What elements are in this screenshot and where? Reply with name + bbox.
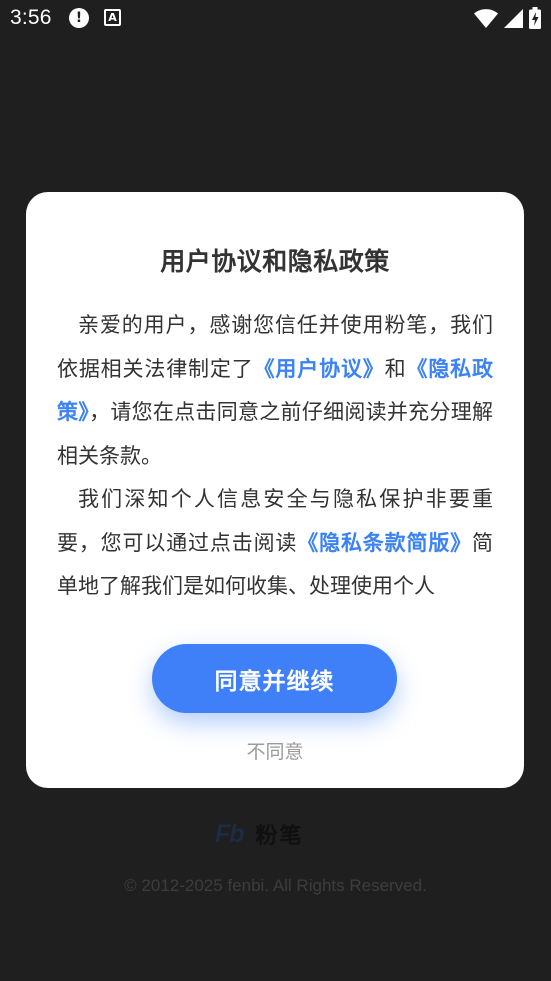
a-notification-icon: A (104, 9, 121, 26)
signal-icon (504, 8, 523, 28)
paragraph-intro: 亲爱的用户，感谢您信任并使用粉笔，我们依据相关法律制定了《用户协议》和《隐私政策… (57, 304, 493, 478)
copyright-text: © 2012-2025 fenbi. All Rights Reserved. (124, 876, 427, 895)
wifi-icon (474, 8, 498, 28)
dialog-title: 用户协议和隐私政策 (160, 247, 390, 276)
brand-name: 粉笔 (255, 824, 304, 849)
fenbi-logo: Fb (215, 819, 245, 848)
paragraph-text: 和 (384, 356, 407, 381)
paragraph-text: ，请您在点击同意之前仔细阅读并充分理解相关条款。 (57, 400, 493, 468)
privacy-dialog: 用户协议和隐私政策 亲爱的用户，感谢您信任并使用粉笔，我们依据相关法律制定了《用… (26, 192, 524, 788)
paragraph-privacy: 我们深知个人信息安全与隐私保护非要重要，您可以通过点击阅读《隐私条款简版》简单地… (57, 478, 493, 609)
privacy-summary-link[interactable]: 《隐私条款简版》 (297, 531, 472, 555)
agree-continue-button[interactable]: 同意并继续 (152, 644, 397, 713)
user-agreement-link[interactable]: 《用户协议》 (254, 357, 385, 381)
brand: Fb 粉笔 (215, 818, 304, 850)
disagree-button[interactable]: 不同意 (26, 737, 524, 764)
status-time: 3:56 (10, 6, 52, 29)
battery-icon (529, 7, 541, 29)
dialog-body: 亲爱的用户，感谢您信任并使用粉笔，我们依据相关法律制定了《用户协议》和《隐私政策… (57, 304, 493, 610)
status-bar: 3:56 ! A (0, 0, 551, 38)
alert-icon: ! (69, 8, 89, 28)
status-icons (474, 7, 541, 29)
